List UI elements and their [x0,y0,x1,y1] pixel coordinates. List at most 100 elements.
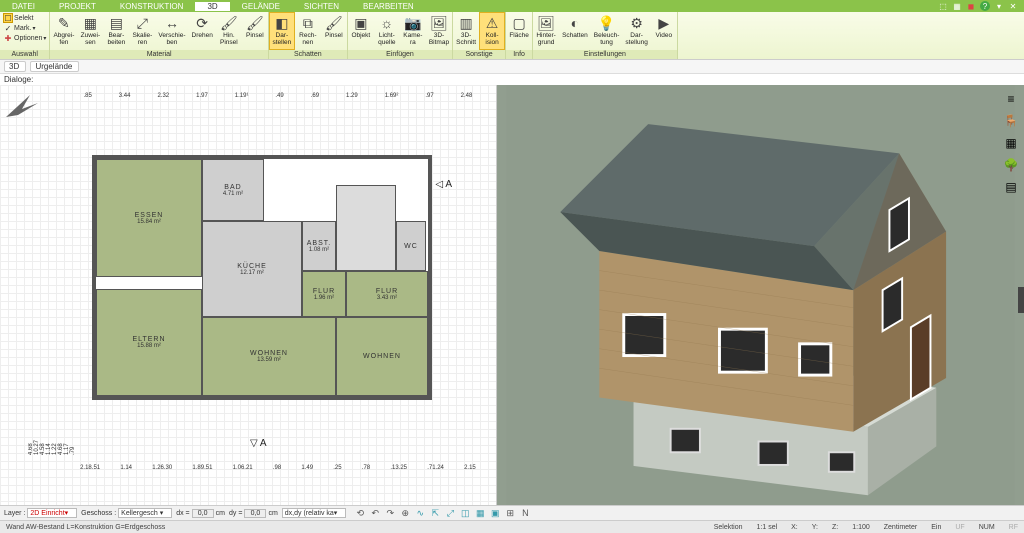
ribbon-icon: ▤ [107,14,125,32]
panel-icon[interactable]: ▤ [1003,179,1019,195]
tool-icon-9[interactable]: ▣ [489,507,501,519]
ribbon-bearbeiten[interactable]: ▤Bear- beiten [103,12,129,50]
ribbon-icon: 📷 [404,14,422,32]
room-küche[interactable]: KÜCHE12.17 m² [202,221,302,317]
mark-label: Mark. [14,25,32,32]
tab-konstruktion[interactable]: KONSTRUKTION [108,2,196,11]
ribbon-zuweisen[interactable]: ▦Zuwei- sen [77,12,103,50]
ribbon-icon: ⚙ [628,14,646,32]
status-y: Y: [812,524,818,531]
floorplan[interactable]: ESSEN15.84 m²BAD4.71 m²KÜCHE12.17 m²ABST… [92,155,432,400]
room-flur[interactable]: FLUR1.96 m² [302,271,346,317]
ribbon-group-einfuegen: ▣Objekt☼Licht- quelle📷Kame- ra🖼3D- Bitma… [348,12,453,59]
tool-icon-6[interactable]: ⤢ [444,507,456,519]
ribbon-icon: 🖌 [220,14,238,32]
tool-icon-4[interactable]: ∿ [414,507,426,519]
ribbon-group-material: ✎Abgrei- fen▦Zuwei- sen▤Bear- beiten⤢Ska… [50,12,268,59]
ribbon-darstellung[interactable]: ⚙Dar- stellung [622,12,650,50]
tool-icon-2[interactable]: ↷ [384,507,396,519]
ribbon-pinsel[interactable]: 🖌Pinsel [242,12,268,50]
2d-view[interactable]: .853.442.321.971.19¹.49.691.291.69².972.… [0,85,497,505]
layers-icon[interactable]: ≡ [1003,91,1019,107]
ribbon-dbitmap[interactable]: 🖼3D- Bitmap [426,12,452,50]
room-essen[interactable]: ESSEN15.84 m² [96,159,202,277]
room-flur[interactable]: FLUR3.43 m² [346,271,428,317]
room-wohnen[interactable]: WOHNEN [336,317,428,396]
ribbon-abgreifen[interactable]: ✎Abgrei- fen [50,12,77,50]
tool-icon-8[interactable]: ▦ [474,507,486,519]
titlebar-icon-1[interactable]: ⬚ [938,1,948,11]
room-abst.[interactable]: ABST.1.08 m² [302,221,336,271]
tab-gelaende[interactable]: GELÄNDE [230,2,292,11]
status-bar: Wand AW-Bestand L=Konstruktion G=Erdgesc… [0,520,1024,533]
titlebar-icon-3[interactable]: ◼ [966,1,976,11]
room-eltern[interactable]: ELTERN15.88 m² [96,289,202,396]
tool-icon-11[interactable]: N [519,507,531,519]
tab-datei[interactable]: DATEI [0,2,47,11]
titlebar-icon-2[interactable]: ▦ [952,1,962,11]
room-wohnen[interactable]: WOHNEN13.59 m² [202,317,336,396]
ribbon-beleuchtung[interactable]: 💡Beleuch- tung [591,12,623,50]
ribbon-dschnitt[interactable]: ▥3D- Schnitt [453,12,479,50]
ribbon-video[interactable]: ▶Video [651,12,677,50]
tab-sichten[interactable]: SICHTEN [292,2,351,11]
ribbon-kamera[interactable]: 📷Kame- ra [400,12,426,50]
room-bad[interactable]: BAD4.71 m² [202,159,264,221]
side-tools: ≡ 🪑 ▦ 🌳 ▤ [1001,91,1021,195]
breadcrumb-3d[interactable]: 3D [4,61,26,72]
ribbon-hinpinsel[interactable]: 🖌Hin. Pinsel [216,12,242,50]
ribbon-verschieben[interactable]: ↔Verschie- ben [155,12,188,50]
materials-icon[interactable]: ▦ [1003,135,1019,151]
ribbon-kollision[interactable]: ⚠Koll- ision [479,12,505,50]
close-icon[interactable]: ✕ [1008,1,1018,11]
tool-icon-0[interactable]: ⟲ [354,507,366,519]
tool-icon-1[interactable]: ↶ [369,507,381,519]
ribbon-group-auswahl: ☐Selekt ✓Mark.▾ ✚Optionen▾ Auswahl [0,12,50,59]
sidebar-handle[interactable] [1018,287,1024,313]
ribbon-schatten[interactable]: ◐Schatten [559,12,591,50]
ribbon-pinsel[interactable]: 🖌Pinsel [321,12,347,50]
ribbon-drehen[interactable]: ⟳Drehen [189,12,216,50]
ribbon-lichtquelle[interactable]: ☼Licht- quelle [374,12,400,50]
room-wc[interactable]: WC [396,221,426,271]
ribbon-rechnen[interactable]: ⧉Rech- nen [295,12,321,50]
furniture-icon[interactable]: 🪑 [1003,113,1019,129]
ribbon-icon: ⧉ [299,14,317,32]
optionen-icon[interactable]: ✚ [3,33,13,43]
ribbon-hintergrund[interactable]: 🖼Hinter- grund [533,12,559,50]
tool-icon-7[interactable]: ◫ [459,507,471,519]
minimize-icon[interactable]: ▾ [994,1,1004,11]
breadcrumb-urgelaende[interactable]: Urgelände [30,61,79,72]
section-mark-a-top: ◁ A [435,179,452,190]
tab-projekt[interactable]: PROJEKT [47,2,108,11]
tool-icon-5[interactable]: ⇱ [429,507,441,519]
ribbon-icon: ▶ [655,14,673,32]
ribbon-flche[interactable]: ▢Fläche [506,12,532,50]
tab-3d[interactable]: 3D [195,2,229,11]
tool-icon-3[interactable]: ⊕ [399,507,411,519]
bottom-toolbar: Layer :2D Einricht▾ Geschoss :Kellergesc… [0,505,1024,520]
help-icon[interactable]: ? [980,1,990,11]
ribbon-icon: ▥ [457,14,475,32]
room-x[interactable] [336,185,396,271]
dy-input[interactable]: 0,0 [244,509,266,518]
layer-label: Layer : [4,510,25,517]
ribbon-group-sonstige: ▥3D- Schnitt⚠Koll- isionSonstige [453,12,506,59]
coord-mode-select[interactable]: dx,dy (relativ ka▾ [282,508,347,518]
dimensions-top: .853.442.321.971.19¹.49.691.291.69².972.… [70,93,486,99]
tree-icon[interactable]: 🌳 [1003,157,1019,173]
geschoss-select[interactable]: Kellergesch ▾ [118,508,172,518]
status-z: Z: [832,524,838,531]
3d-view[interactable]: ≡ 🪑 ▦ 🌳 ▤ [497,85,1024,505]
mark-icon[interactable]: ✓ [3,23,13,33]
tab-bearbeiten[interactable]: BEARBEITEN [351,2,426,11]
layer-select[interactable]: 2D Einricht▾ [27,508,77,518]
ribbon-objekt[interactable]: ▣Objekt [348,12,374,50]
selekt-icon[interactable]: ☐ [3,13,13,23]
ribbon-skalieren[interactable]: ⤢Skalie- ren [129,12,155,50]
dx-input[interactable]: 0,0 [192,509,214,518]
ribbon-darstellen[interactable]: ◧Dar- stellen [269,12,295,50]
geschoss-label: Geschoss : [81,510,116,517]
dialoge-label: Dialoge: [0,74,1024,85]
tool-icon-10[interactable]: ⊞ [504,507,516,519]
